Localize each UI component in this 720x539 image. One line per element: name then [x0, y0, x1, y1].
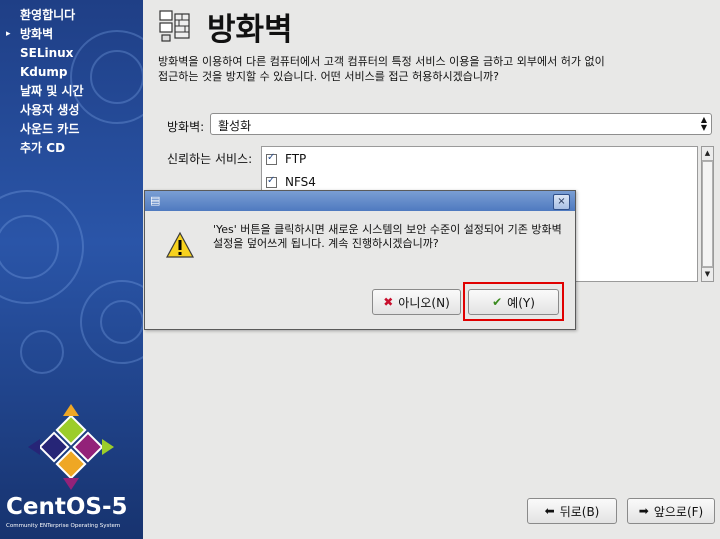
service-checkbox[interactable] [266, 175, 277, 188]
yes-button-highlight [463, 282, 564, 321]
dialog-app-icon: ▤ [150, 194, 161, 207]
page-title: 방화벽 [207, 12, 293, 48]
sidebar-item-create-user: 사용자 생성 [0, 101, 143, 120]
dialog-titlebar: ▤ × [145, 191, 575, 211]
updown-arrows-icon: ▲ ▼ [700, 115, 707, 132]
sidebar-item-welcome: 환영합니다 [0, 6, 143, 25]
sidebar-item-selinux: SELinux [0, 44, 143, 63]
sidebar-item-label: 추가 CD [20, 141, 66, 155]
logo-subtitle: Community ENTerprise Operating System [6, 523, 121, 529]
firewall-label: 방화벽: [167, 120, 205, 134]
firewall-select[interactable]: 활성화 ▲ ▼ [210, 113, 712, 135]
arrow-right-icon: ➡ [638, 504, 649, 518]
logo-text: CentOS-5 [6, 494, 128, 520]
centos-logo: CentOS-5 Community ENTerprise Operating … [0, 398, 143, 539]
forward-button[interactable]: ➡ 앞으로(F) [627, 498, 715, 524]
service-name: FTP [285, 152, 307, 166]
warning-icon [165, 231, 195, 258]
scroll-up-icon[interactable]: ▲ [702, 147, 713, 161]
dialog-message: 'Yes' 버튼을 클릭하시면 새로운 시스템의 보안 수준이 설정되어 기존 … [213, 223, 562, 250]
sidebar-nav: 환영합니다 ▸ 방화벽 SELinux Kdump 날짜 및 시간 사용자 생성 … [0, 6, 143, 158]
scrollbar-thumb[interactable] [702, 161, 713, 267]
sidebar: 환영합니다 ▸ 방화벽 SELinux Kdump 날짜 및 시간 사용자 생성 … [0, 0, 143, 539]
sidebar-item-label: 사운드 카드 [20, 122, 80, 136]
forward-button-label: 앞으로(F) [653, 504, 704, 519]
sidebar-item-additional-cd: 추가 CD [0, 139, 143, 158]
firewall-select-value: 활성화 [218, 119, 252, 133]
sidebar-item-label: 환영합니다 [20, 8, 76, 22]
page-description: 방화벽을 이용하여 다른 컴퓨터에서 고객 컴퓨터의 특정 서비스 이용을 금하… [158, 55, 605, 83]
sidebar-flower-decoration [20, 330, 64, 374]
centos-logo-icon [28, 404, 114, 490]
service-name: NFS4 [285, 175, 316, 189]
trusted-services-label: 신뢰하는 서비스: [167, 152, 253, 166]
list-item[interactable]: FTP [266, 150, 306, 168]
scroll-down-icon[interactable]: ▼ [702, 267, 713, 281]
arrow-left-icon: ⬅ [544, 504, 555, 518]
no-button[interactable]: ✖ 아니오(N) [372, 289, 461, 315]
back-button-label: 뒤로(B) [559, 504, 600, 519]
x-icon: ✖ [383, 295, 394, 309]
sidebar-flower-decoration [100, 300, 143, 344]
sidebar-item-label: 사용자 생성 [20, 103, 80, 117]
sidebar-item-sound-card: 사운드 카드 [0, 120, 143, 139]
services-scrollbar[interactable]: ▲ ▼ [701, 146, 714, 282]
service-checkbox[interactable] [266, 152, 277, 165]
current-step-icon: ▸ [6, 29, 11, 39]
sidebar-item-label: 방화벽 [20, 27, 54, 41]
sidebar-item-label: 날짜 및 시간 [20, 84, 84, 98]
sidebar-item-firewall: ▸ 방화벽 [0, 25, 143, 44]
sidebar-item-kdump: Kdump [0, 63, 143, 82]
list-item[interactable]: NFS4 [266, 173, 316, 191]
sidebar-item-label: SELinux [20, 46, 74, 60]
close-icon[interactable]: × [553, 194, 570, 210]
sidebar-item-date-time: 날짜 및 시간 [0, 82, 143, 101]
no-button-label: 아니오(N) [398, 295, 450, 310]
back-button[interactable]: ⬅ 뒤로(B) [527, 498, 617, 524]
sidebar-item-label: Kdump [20, 65, 68, 79]
firewall-icon [159, 10, 190, 42]
